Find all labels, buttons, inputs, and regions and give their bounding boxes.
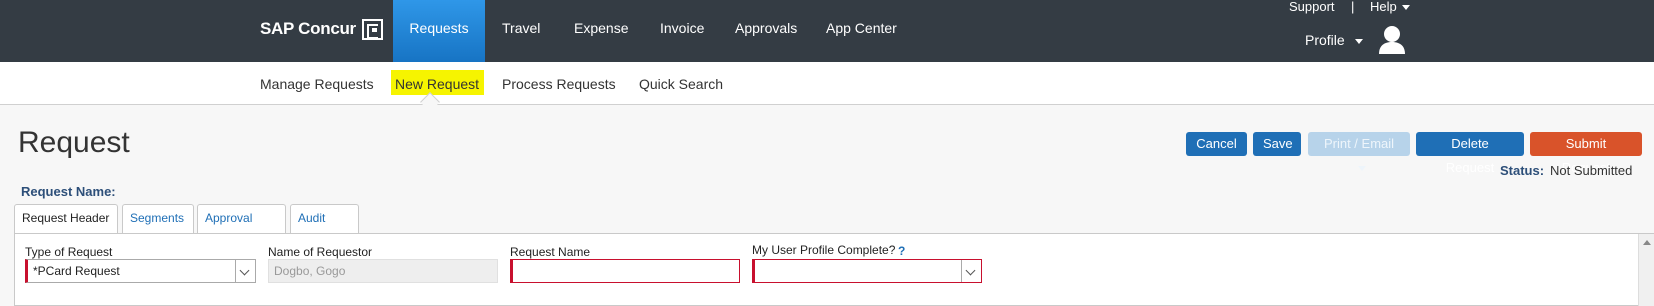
page-title: Request: [18, 126, 130, 159]
tab-audit-trail[interactable]: Audit Trail: [290, 204, 359, 252]
vertical-scrollbar[interactable]: [1638, 234, 1654, 306]
support-link[interactable]: Support: [1289, 0, 1335, 13]
chevron-down-icon: [1401, 5, 1410, 11]
nav-invoice[interactable]: Invoice: [660, 0, 704, 62]
brand-name: SAP Concur: [260, 19, 356, 38]
profile-complete-label: My User Profile Complete?: [752, 243, 896, 257]
help-label: Help: [1370, 0, 1397, 14]
chevron-down-icon: [1354, 38, 1363, 44]
top-navigation-bar: SAP Concur Requests Travel Expense Invoi…: [0, 0, 1654, 62]
type-of-request-select[interactable]: *PCard Request: [25, 259, 256, 283]
request-name-input[interactable]: [510, 259, 740, 283]
profile-menu[interactable]: Profile: [1305, 32, 1363, 48]
status-value: Not Submitted: [1550, 163, 1633, 178]
nav-app-center[interactable]: App Center: [826, 0, 897, 62]
help-menu[interactable]: Help: [1370, 0, 1410, 13]
nav-expense[interactable]: Expense: [574, 0, 628, 62]
concur-logo-icon: [361, 18, 383, 40]
nav-approvals[interactable]: Approvals: [735, 0, 797, 62]
delete-request-button[interactable]: Delete Request: [1416, 132, 1524, 175]
nav-travel[interactable]: Travel: [502, 0, 540, 62]
tab-approval-flow[interactable]: Approval Flow: [197, 204, 286, 252]
name-of-requestor-label: Name of Requestor: [268, 245, 373, 259]
profile-complete-select[interactable]: [752, 259, 982, 283]
profile-label: Profile: [1305, 32, 1345, 48]
save-button[interactable]: Save: [1253, 132, 1301, 156]
chevron-down-icon[interactable]: [235, 260, 255, 282]
subnav-quick-search[interactable]: Quick Search: [639, 76, 723, 92]
submit-request-button[interactable]: Submit Request: [1530, 132, 1642, 175]
cancel-button[interactable]: Cancel: [1186, 132, 1247, 156]
request-name-label: Request Name:: [21, 184, 116, 199]
sap-concur-logo[interactable]: SAP Concur: [260, 17, 383, 41]
tab-request-header[interactable]: Request Header: [14, 204, 118, 234]
subnav-manage-requests[interactable]: Manage Requests: [260, 76, 374, 92]
tab-segments[interactable]: Segments: [122, 204, 194, 233]
name-of-requestor-field: Dogbo, Gogo: [268, 259, 498, 283]
profile-complete-help-icon[interactable]: ?: [898, 244, 905, 258]
print-email-button[interactable]: Print / Email: [1308, 132, 1410, 172]
chevron-down-icon[interactable]: [961, 260, 981, 282]
scroll-up-icon[interactable]: [1643, 240, 1651, 245]
type-of-request-value: *PCard Request: [33, 264, 120, 278]
type-of-request-label: Type of Request: [25, 245, 113, 259]
user-avatar-icon[interactable]: [1378, 24, 1406, 54]
nav-requests[interactable]: Requests: [393, 0, 485, 62]
status-label: Status:: [1500, 163, 1545, 178]
subnav-process-requests[interactable]: Process Requests: [502, 76, 616, 92]
separator: |: [1351, 0, 1355, 14]
sub-navigation-bar: [0, 62, 1654, 105]
chevron-down-icon: [1357, 166, 1366, 172]
subnav-new-request[interactable]: New Request: [395, 76, 479, 92]
request-name-label-field: Request Name: [510, 245, 591, 259]
print-email-label: Print / Email: [1323, 136, 1395, 151]
